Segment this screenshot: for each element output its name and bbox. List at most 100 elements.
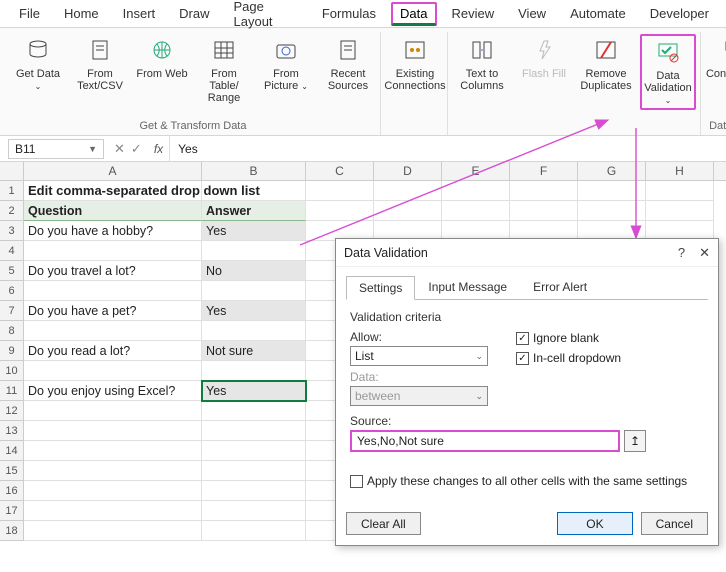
cell-C2[interactable] xyxy=(306,201,374,221)
cell-A17[interactable] xyxy=(24,501,202,521)
from-picture-button[interactable]: From Picture ⌄ xyxy=(258,34,314,106)
allow-select[interactable]: List ⌄ xyxy=(350,346,488,366)
remove-duplicates-button[interactable]: Remove Duplicates xyxy=(578,34,634,110)
row-header-7[interactable]: 7 xyxy=(0,301,24,321)
cancel-icon[interactable]: ✕ xyxy=(114,141,125,157)
row-header-11[interactable]: 11 xyxy=(0,381,24,401)
cell-E2[interactable] xyxy=(442,201,510,221)
from-textcsv-button[interactable]: From Text/CSV xyxy=(72,34,128,106)
cell-A2[interactable]: Question xyxy=(24,201,202,221)
cell-A4[interactable] xyxy=(24,241,202,261)
cell-B18[interactable] xyxy=(202,521,306,541)
check-icon[interactable]: ✓ xyxy=(131,141,142,157)
row-header-10[interactable]: 10 xyxy=(0,361,24,381)
row-header-3[interactable]: 3 xyxy=(0,221,24,241)
apply-all-checkbox[interactable]: Apply these changes to all other cells w… xyxy=(350,474,704,488)
cell-A3[interactable]: Do you have a hobby? xyxy=(24,221,202,241)
source-input[interactable]: Yes,No,Not sure xyxy=(350,430,620,452)
menu-tab-review[interactable]: Review xyxy=(443,2,504,25)
recent-sources-button[interactable]: Recent Sources xyxy=(320,34,376,106)
row-header-18[interactable]: 18 xyxy=(0,521,24,541)
cell-H2[interactable] xyxy=(646,201,714,221)
menu-tab-insert[interactable]: Insert xyxy=(114,2,165,25)
cell-B5[interactable]: No xyxy=(202,261,306,281)
row-header-6[interactable]: 6 xyxy=(0,281,24,301)
column-header-G[interactable]: G xyxy=(578,162,646,180)
close-icon[interactable]: ✕ xyxy=(699,245,710,261)
row-header-12[interactable]: 12 xyxy=(0,401,24,421)
row-header-14[interactable]: 14 xyxy=(0,441,24,461)
fx-icon[interactable]: fx xyxy=(154,142,163,156)
cell-G2[interactable] xyxy=(578,201,646,221)
row-header-8[interactable]: 8 xyxy=(0,321,24,341)
cell-B7[interactable]: Yes xyxy=(202,301,306,321)
cell-B15[interactable] xyxy=(202,461,306,481)
row-header-2[interactable]: 2 xyxy=(0,201,24,221)
cell-A14[interactable] xyxy=(24,441,202,461)
dialog-tab-settings[interactable]: Settings xyxy=(346,276,415,300)
cell-B9[interactable]: Not sure xyxy=(202,341,306,361)
help-icon[interactable]: ? xyxy=(678,245,685,261)
cancel-button[interactable]: Cancel xyxy=(641,512,708,535)
cell-A5[interactable]: Do you travel a lot? xyxy=(24,261,202,281)
row-header-13[interactable]: 13 xyxy=(0,421,24,441)
cell-A18[interactable] xyxy=(24,521,202,541)
cell-B10[interactable] xyxy=(202,361,306,381)
menu-tab-developer[interactable]: Developer xyxy=(641,2,718,25)
menu-tab-view[interactable]: View xyxy=(509,2,555,25)
cell-D2[interactable] xyxy=(374,201,442,221)
cell-B11[interactable]: Yes▼ xyxy=(202,381,306,401)
dialog-tab-error-alert[interactable]: Error Alert xyxy=(520,275,600,299)
column-header-H[interactable]: H xyxy=(646,162,714,180)
clear-all-button[interactable]: Clear All xyxy=(346,512,421,535)
name-box[interactable]: B11 ▼ xyxy=(8,139,104,159)
flash-fill-button[interactable]: Flash Fill xyxy=(516,34,572,110)
menu-tab-automate[interactable]: Automate xyxy=(561,2,635,25)
column-header-E[interactable]: E xyxy=(442,162,510,180)
from-web-button[interactable]: From Web xyxy=(134,34,190,106)
cell-H1[interactable] xyxy=(646,181,714,201)
cell-B17[interactable] xyxy=(202,501,306,521)
cell-A16[interactable] xyxy=(24,481,202,501)
cell-B12[interactable] xyxy=(202,401,306,421)
data-validation-button[interactable]: Data Validation ⌄ xyxy=(640,34,696,110)
menu-tab-page-layout[interactable]: Page Layout xyxy=(225,0,307,33)
cell-B2[interactable]: Answer xyxy=(202,201,306,221)
range-picker-button[interactable]: ↥ xyxy=(624,430,646,452)
incell-dropdown-checkbox[interactable]: ✓ In-cell dropdown xyxy=(516,351,621,365)
cell-A8[interactable] xyxy=(24,321,202,341)
cell-A12[interactable] xyxy=(24,401,202,421)
cell-B14[interactable] xyxy=(202,441,306,461)
menu-tab-data[interactable]: Data xyxy=(391,2,436,26)
cell-A13[interactable] xyxy=(24,421,202,441)
row-header-5[interactable]: 5 xyxy=(0,261,24,281)
from-table-button[interactable]: From Table/Range xyxy=(196,34,252,106)
cell-A6[interactable] xyxy=(24,281,202,301)
existing-connections-button[interactable]: Existing Connections xyxy=(387,34,443,94)
cell-A15[interactable] xyxy=(24,461,202,481)
select-all-corner[interactable] xyxy=(0,162,24,180)
row-header-16[interactable]: 16 xyxy=(0,481,24,501)
cell-B3[interactable]: Yes xyxy=(202,221,306,241)
column-header-A[interactable]: A xyxy=(24,162,202,180)
column-header-B[interactable]: B xyxy=(202,162,306,180)
ignore-blank-checkbox[interactable]: ✓ Ignore blank xyxy=(516,331,621,345)
menu-tab-home[interactable]: Home xyxy=(55,2,108,25)
get-data-button[interactable]: Get Data ⌄ xyxy=(10,34,66,106)
ok-button[interactable]: OK xyxy=(557,512,632,535)
cell-A10[interactable] xyxy=(24,361,202,381)
menu-tab-file[interactable]: File xyxy=(10,2,49,25)
row-header-9[interactable]: 9 xyxy=(0,341,24,361)
row-header-4[interactable]: 4 xyxy=(0,241,24,261)
column-header-D[interactable]: D xyxy=(374,162,442,180)
cell-C1[interactable] xyxy=(306,181,374,201)
cell-A7[interactable]: Do you have a pet? xyxy=(24,301,202,321)
cell-B6[interactable] xyxy=(202,281,306,301)
cell-B1[interactable] xyxy=(202,181,306,201)
row-header-17[interactable]: 17 xyxy=(0,501,24,521)
text-to-columns-button[interactable]: Text to Columns xyxy=(454,34,510,110)
cell-G1[interactable] xyxy=(578,181,646,201)
column-header-C[interactable]: C xyxy=(306,162,374,180)
menu-tab-formulas[interactable]: Formulas xyxy=(313,2,385,25)
cell-F1[interactable] xyxy=(510,181,578,201)
